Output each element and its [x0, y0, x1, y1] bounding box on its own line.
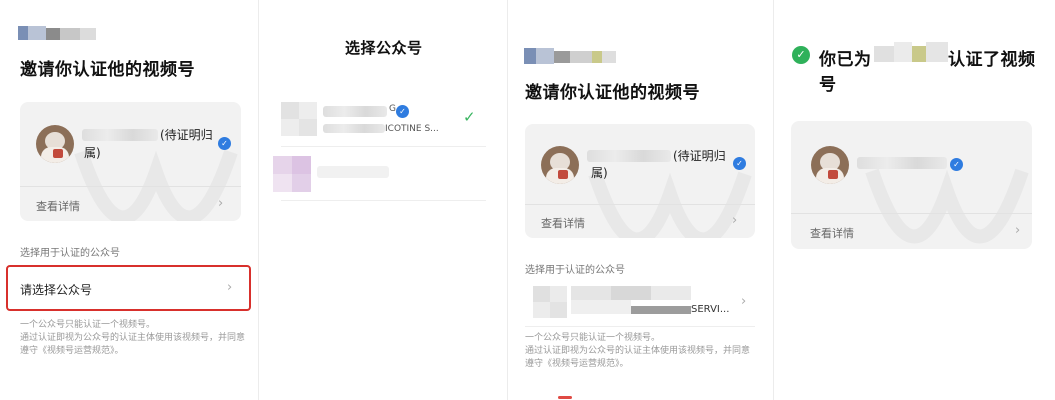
status-text-cont: 属): [84, 146, 101, 160]
verified-badge-icon: ✓: [950, 158, 963, 171]
chevron-right-icon: ›: [1015, 223, 1021, 238]
screen-certified: ✓ 你已为 认证了视频 号 ✓ 查看详情 ›: [774, 0, 1055, 400]
blurred-account-name: [317, 166, 389, 178]
blurred-account-avatar: [281, 102, 317, 136]
account-subtitle: ICOTINE S...: [385, 124, 439, 134]
selected-account-row[interactable]: SERVI... ›: [525, 280, 755, 326]
chevron-right-icon: ›: [218, 196, 224, 211]
status-text: (待证明归: [673, 149, 726, 163]
account-list-item[interactable]: G ✓ ICOTINE S... ✓: [259, 94, 506, 144]
avatar: [811, 146, 849, 184]
list-divider: [525, 326, 755, 327]
blurred-logo: [18, 26, 98, 40]
watermark-logo: [865, 168, 1029, 244]
chevron-right-icon: ›: [741, 294, 747, 309]
screen-invite-select: 邀请你认证他的视频号 (待证明归 ✓ 属) 查看详情 › 选择用于认证的公众号 …: [0, 0, 258, 400]
blurred-account-sub: [323, 124, 385, 133]
view-details-link[interactable]: 查看详情: [810, 225, 854, 241]
channel-card: ✓ 查看详情 ›: [791, 121, 1032, 249]
chevron-right-icon: ›: [227, 280, 233, 295]
success-title-prefix: 你已为: [819, 50, 872, 70]
hint-line: 遵守《视频号运营规范》。: [525, 359, 629, 369]
section-label: 选择用于认证的公众号: [20, 248, 120, 259]
success-title-cont: 号: [819, 75, 837, 95]
blurred-account-avatar: [533, 286, 567, 318]
view-details-link[interactable]: 查看详情: [541, 215, 585, 231]
status-text: (待证明归: [160, 128, 213, 142]
status-text-cont: 属): [591, 166, 608, 180]
blurred-logo: [524, 48, 616, 64]
avatar: [541, 146, 579, 184]
list-divider: [281, 146, 486, 147]
card-divider: [791, 213, 1032, 214]
card-divider: [20, 186, 241, 187]
page-title: 选择公众号: [345, 39, 423, 57]
verified-badge-icon: ✓: [733, 157, 746, 170]
account-list-item[interactable]: [259, 152, 506, 196]
success-title-suffix: 认证了视频: [948, 50, 1036, 70]
verified-badge-icon: ✓: [218, 137, 231, 150]
select-account-row[interactable]: 请选择公众号: [20, 281, 92, 298]
blurred-channel-name: [587, 150, 671, 162]
channel-card: (待证明归 ✓ 属) 查看详情 ›: [525, 124, 755, 238]
screen-select-account: 选择公众号 G ✓ ICOTINE S... ✓: [259, 0, 506, 400]
view-details-link[interactable]: 查看详情: [36, 198, 80, 214]
hint-line: 通过认证即视为公众号的认证主体使用该视频号，并同意: [525, 346, 751, 356]
account-subtitle: SERVI...: [691, 304, 730, 315]
avatar: [36, 125, 74, 163]
verified-badge-icon: ✓: [396, 105, 409, 118]
blurred-channel-name: [857, 157, 947, 169]
page-title: 邀请你认证他的视频号: [20, 60, 195, 80]
chevron-right-icon: ›: [732, 213, 738, 228]
hint-line: 一个公众号只能认证一个视频号。: [20, 320, 156, 330]
check-icon: ✓: [463, 108, 476, 126]
blurred-account-name: [323, 106, 387, 117]
account-name-fragment: G: [389, 104, 396, 114]
screen-invite-selected: 邀请你认证他的视频号 (待证明归 ✓ 属) 查看详情 › 选择用于认证的公众号 …: [508, 0, 773, 400]
blurred-channel-name: [874, 42, 948, 66]
hint-line: 遵守《视频号运营规范》。: [20, 346, 124, 356]
card-divider: [525, 204, 755, 205]
section-label: 选择用于认证的公众号: [525, 265, 625, 276]
blurred-channel-name: [82, 129, 158, 141]
blurred-account-name: [571, 286, 691, 314]
list-divider: [281, 200, 486, 201]
page-title: 邀请你认证他的视频号: [525, 83, 700, 103]
red-mark: [558, 396, 572, 399]
channel-card: (待证明归 ✓ 属) 查看详情 ›: [20, 102, 241, 221]
check-circle-icon: ✓: [792, 46, 810, 64]
blurred-account-avatar: [273, 156, 311, 192]
hint-line: 通过认证即视为公众号的认证主体使用该视频号，并同意: [20, 333, 246, 343]
hint-line: 一个公众号只能认证一个视频号。: [525, 333, 661, 343]
